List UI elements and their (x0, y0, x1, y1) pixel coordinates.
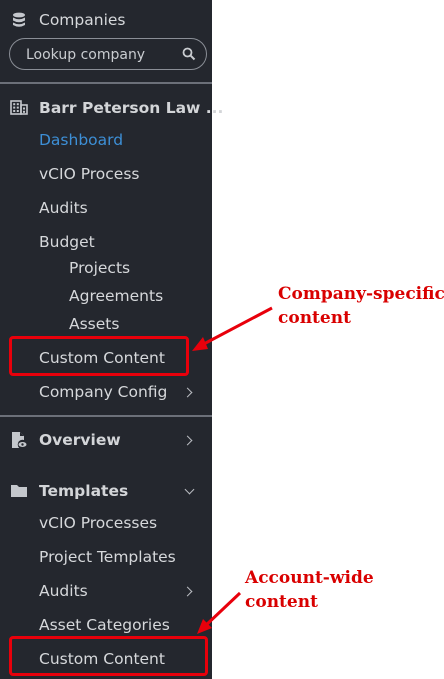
annotation-arrows (192, 306, 273, 634)
annotation-line: Account-wide (245, 568, 374, 588)
arrow-account-wide (197, 591, 242, 634)
annotation-line: Company-specific (278, 284, 444, 304)
annotation-company-specific: Company-specific content (278, 282, 444, 330)
arrow-company-specific (192, 306, 273, 351)
annotation-line: content (278, 308, 351, 328)
annotation-line: content (245, 592, 318, 612)
annotation-account-wide: Account-wide content (245, 566, 374, 614)
